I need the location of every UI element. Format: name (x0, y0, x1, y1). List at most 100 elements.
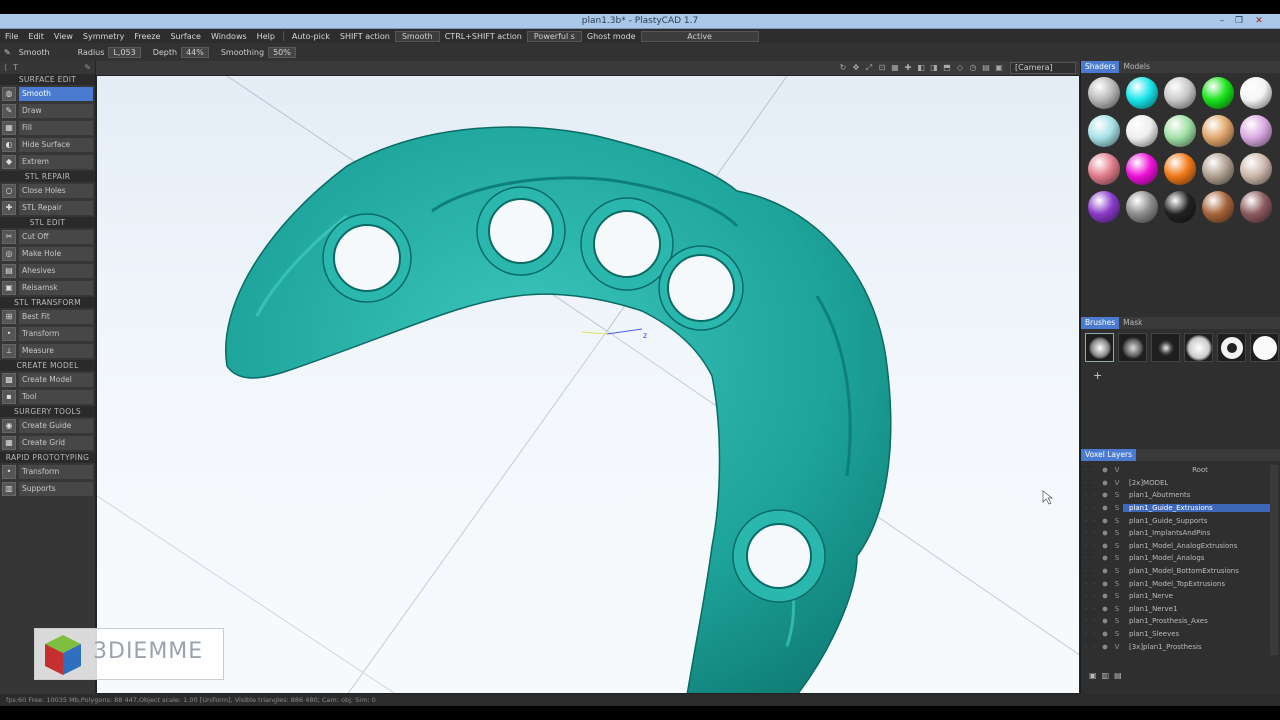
visibility-icon[interactable] (1102, 556, 1108, 561)
lock-icon[interactable]: · (1093, 479, 1101, 487)
shader-swatch[interactable] (1126, 153, 1158, 185)
add-brush-button[interactable]: + (1093, 369, 1102, 382)
shader-swatch[interactable] (1240, 77, 1272, 109)
tab-models[interactable]: Models (1119, 61, 1153, 73)
layer-row[interactable]: · · Splan1_Model_Analogs (1085, 552, 1277, 565)
visibility-icon[interactable] (1102, 480, 1108, 486)
menu-help[interactable]: Help (252, 32, 280, 41)
brush-ring[interactable] (1217, 333, 1246, 362)
layer-row[interactable]: · · Splan1_Guide_Extrusions (1085, 502, 1277, 515)
shader-swatch[interactable] (1088, 115, 1120, 147)
lock-icon[interactable]: · (1093, 617, 1101, 625)
shader-swatch[interactable] (1164, 77, 1196, 109)
layer-flag[interactable]: S (1111, 617, 1123, 625)
menu-freeze[interactable]: Freeze (129, 32, 165, 41)
layer-row[interactable]: · · V Root (1085, 464, 1277, 477)
layer-row[interactable]: · · Splan1_Model_TopExtrusions (1085, 577, 1277, 590)
layers-scrollbar[interactable] (1270, 465, 1278, 655)
layer-row[interactable]: · · V [2x]MODEL (1085, 477, 1277, 490)
shader-swatch[interactable] (1202, 77, 1234, 109)
lock-icon[interactable]: · (1093, 517, 1101, 525)
visibility-icon[interactable] (1102, 644, 1108, 650)
tool-button[interactable]: ◐ Hide Surface (2, 137, 93, 153)
3d-viewport[interactable]: z (96, 75, 1080, 694)
shift-action-select[interactable]: Smooth (394, 30, 440, 42)
grid-icon[interactable]: ▦ (890, 63, 900, 73)
layer-row[interactable]: · · Splan1_ImplantsAndPins (1085, 527, 1277, 540)
shader-swatch[interactable] (1202, 153, 1234, 185)
lock-icon[interactable]: · (1093, 466, 1101, 474)
layer-flag[interactable]: S (1111, 630, 1123, 638)
tool-button[interactable]: ▦ Create Grid (2, 435, 93, 451)
layer-row[interactable]: · · Splan1_Model_BottomExtrusions (1085, 565, 1277, 578)
tool-button[interactable]: • Transform (2, 464, 93, 480)
layer-row[interactable]: · · V [3x]plan1_Prosthesis (1085, 640, 1277, 653)
layer-row[interactable]: · · Splan1_Model_AnalogExtrusions (1085, 540, 1277, 553)
lock-icon[interactable]: · (1093, 504, 1101, 512)
lock-icon[interactable]: · (1093, 605, 1101, 613)
shader-swatch[interactable] (1126, 115, 1158, 147)
tool-button[interactable]: ⟂ Measure (2, 343, 93, 359)
auto-pick-toggle[interactable]: Auto-pick (287, 32, 335, 41)
shader-swatch[interactable] (1088, 77, 1120, 109)
shader-swatch[interactable] (1088, 191, 1120, 223)
maximize-button[interactable]: ❐ (1232, 15, 1246, 27)
visibility-icon[interactable] (1102, 631, 1108, 637)
layer-flag[interactable]: V (1111, 466, 1123, 474)
visibility-icon[interactable] (1102, 606, 1108, 612)
tab-mask[interactable]: Mask (1119, 317, 1146, 329)
tool-button[interactable]: ✎ Draw (2, 103, 93, 119)
tool-button[interactable]: ⊞ Best Fit (2, 309, 93, 325)
shader-swatch[interactable] (1240, 153, 1272, 185)
pan-icon[interactable]: ✥ (851, 63, 861, 73)
tool-button[interactable]: ◉ Create Guide (2, 418, 93, 434)
lock-icon[interactable]: · (1093, 554, 1101, 562)
shader-swatch[interactable] (1202, 191, 1234, 223)
tool-button[interactable]: ◎ Make Hole (2, 246, 93, 262)
visibility-icon[interactable] (1102, 493, 1108, 498)
tool-button[interactable]: • Transform (2, 326, 93, 342)
visibility-icon[interactable] (1102, 530, 1108, 536)
pen-icon[interactable]: ✎ (84, 63, 91, 72)
layer-flag[interactable]: S (1111, 605, 1123, 613)
text-tool-icon[interactable]: T (13, 63, 18, 72)
merge-layer-icon[interactable]: ▤ (1114, 671, 1122, 680)
lock-icon[interactable]: · (1093, 529, 1101, 537)
tool-button[interactable]: ✚ STL Repair (2, 200, 93, 216)
layer-flag[interactable]: S (1111, 542, 1123, 550)
brush-soft[interactable] (1085, 333, 1114, 362)
lock-icon[interactable]: · (1093, 567, 1101, 575)
layer-flag[interactable]: S (1111, 517, 1123, 525)
menu-surface[interactable]: Surface (165, 32, 205, 41)
top-view-icon[interactable]: ⬒ (942, 63, 952, 73)
shader-swatch[interactable] (1088, 153, 1120, 185)
ghost-mode-select[interactable]: Active (640, 30, 759, 42)
wireframe-icon[interactable]: ▤ (981, 63, 991, 73)
shader-swatch[interactable] (1164, 191, 1196, 223)
lock-icon[interactable]: · (1093, 542, 1101, 550)
layer-row[interactable]: · · Splan1_Nerve (1085, 590, 1277, 603)
lock-icon[interactable]: · (1093, 491, 1101, 499)
lock-icon[interactable]: · (1093, 643, 1101, 651)
visibility-icon[interactable] (1102, 593, 1108, 599)
tool-button[interactable]: ◍ Smooth (2, 86, 93, 102)
shader-swatch[interactable] (1202, 115, 1234, 147)
new-layer-icon[interactable]: ▣ (1089, 671, 1097, 680)
visibility-icon[interactable] (1102, 568, 1108, 574)
brush-medium[interactable] (1118, 333, 1147, 362)
shader-swatch[interactable] (1164, 115, 1196, 147)
tool-button[interactable]: ○ Close Holes (2, 183, 93, 199)
radius-input[interactable]: L,053 (108, 46, 141, 58)
shader-swatch[interactable] (1126, 77, 1158, 109)
layer-flag[interactable]: V (1111, 479, 1123, 487)
menu-windows[interactable]: Windows (206, 32, 252, 41)
layer-flag[interactable]: S (1111, 529, 1123, 537)
menu-file[interactable]: File (0, 32, 23, 41)
layer-flag[interactable]: S (1111, 580, 1123, 588)
smoothing-input[interactable]: 50% (268, 46, 296, 58)
layer-flag[interactable]: S (1111, 491, 1123, 499)
tool-button[interactable]: ◆ Extrem (2, 154, 93, 170)
visibility-icon[interactable] (1102, 543, 1108, 549)
visibility-icon[interactable] (1102, 581, 1108, 587)
side-view-icon[interactable]: ◨ (929, 63, 939, 73)
